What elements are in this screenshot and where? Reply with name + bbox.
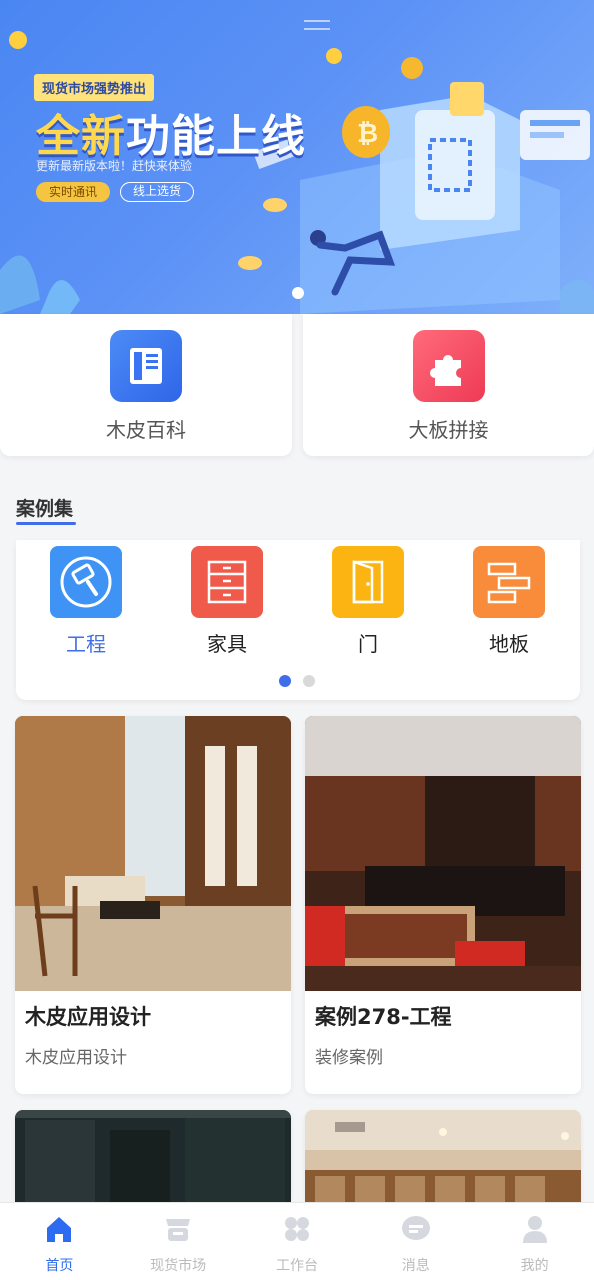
promo-banner[interactable]: ₿ 现货市场强势推出 全新功能上线 更新最新版本啦！赶快来体验 实时通讯 线上选… xyxy=(0,0,594,314)
tab-label: 工作台 xyxy=(275,1258,318,1274)
case-card[interactable]: 案例278-工程 装修案例 xyxy=(305,716,581,1094)
section-title: 案例集 xyxy=(16,498,74,520)
home-icon xyxy=(47,1217,72,1242)
category-engineering[interactable]: 工程 xyxy=(36,546,136,657)
tab-label: 我的 xyxy=(520,1258,549,1274)
category-door[interactable]: 门 xyxy=(318,546,418,657)
tab-label: 首页 xyxy=(45,1258,74,1274)
floor-icon xyxy=(473,546,545,618)
banner-headline: 全新功能上线 xyxy=(36,100,306,164)
category-label: 家具 xyxy=(207,632,247,656)
tab-messages[interactable]: 消息 xyxy=(356,1203,475,1280)
realtime-chat-button[interactable]: 实时通讯 xyxy=(36,182,110,202)
pager-dot-active xyxy=(279,675,291,687)
category-pager xyxy=(279,672,327,691)
quick-entry-label: 木皮百科 xyxy=(106,418,186,442)
paint-roller-icon xyxy=(50,546,122,618)
online-selection-button[interactable]: 线上选货 xyxy=(120,182,194,202)
tab-profile[interactable]: 我的 xyxy=(475,1203,594,1280)
svg-text:₿: ₿ xyxy=(357,119,378,149)
book-icon xyxy=(110,330,182,402)
tab-workbench[interactable]: 工作台 xyxy=(238,1203,357,1280)
banner-subtitle: 更新最新版本啦！赶快来体验 xyxy=(36,159,193,173)
quick-entry-veneer-wiki[interactable]: 木皮百科 xyxy=(0,314,292,456)
workbench-icon xyxy=(284,1217,309,1241)
category-label: 门 xyxy=(358,632,378,656)
banner-tag: 现货市场强势推出 xyxy=(34,74,155,101)
message-icon xyxy=(401,1216,430,1240)
category-carousel: 工程 家具 门 地板 xyxy=(16,540,580,700)
tab-label: 消息 xyxy=(401,1258,430,1274)
banner-headline-rest: 功能上线 xyxy=(126,111,306,162)
case-card[interactable] xyxy=(15,1110,291,1202)
section-title-underline xyxy=(16,522,76,525)
puzzle-icon xyxy=(412,330,485,402)
tab-home[interactable]: 首页 xyxy=(0,1203,119,1280)
case-photo xyxy=(305,1110,581,1202)
banner-decor-lines xyxy=(304,20,330,36)
case-title: 木皮应用设计 xyxy=(25,1005,151,1029)
profile-icon xyxy=(522,1216,547,1243)
banner-page-indicator xyxy=(292,287,304,299)
tab-market[interactable]: 现货市场 xyxy=(119,1203,238,1280)
quick-entry-panel-splicing[interactable]: 大板拼接 xyxy=(303,314,594,456)
cabinet-icon xyxy=(191,546,263,618)
market-icon xyxy=(166,1219,191,1241)
category-label: 地板 xyxy=(489,632,529,656)
case-subtitle: 装修案例 xyxy=(315,1048,383,1068)
case-photo xyxy=(15,1110,291,1202)
quick-entry-label: 大板拼接 xyxy=(408,418,489,442)
case-card[interactable] xyxy=(305,1110,581,1202)
case-photo xyxy=(15,716,291,991)
category-furniture[interactable]: 家具 xyxy=(177,546,277,657)
tab-label: 现货市场 xyxy=(150,1258,207,1274)
door-icon xyxy=(332,546,404,618)
category-label: 工程 xyxy=(66,632,106,656)
banner-headline-accent: 全新 xyxy=(36,111,126,162)
case-card[interactable]: 木皮应用设计 木皮应用设计 xyxy=(15,716,291,1094)
bottom-tab-bar: 首页 现货市场 工作台 消息 我的 xyxy=(0,1202,594,1280)
pager-dot xyxy=(303,675,315,687)
case-title: 案例278-工程 xyxy=(315,1005,452,1029)
case-subtitle: 木皮应用设计 xyxy=(25,1048,127,1068)
category-flooring[interactable]: 地板 xyxy=(459,546,559,657)
case-photo xyxy=(305,716,581,991)
